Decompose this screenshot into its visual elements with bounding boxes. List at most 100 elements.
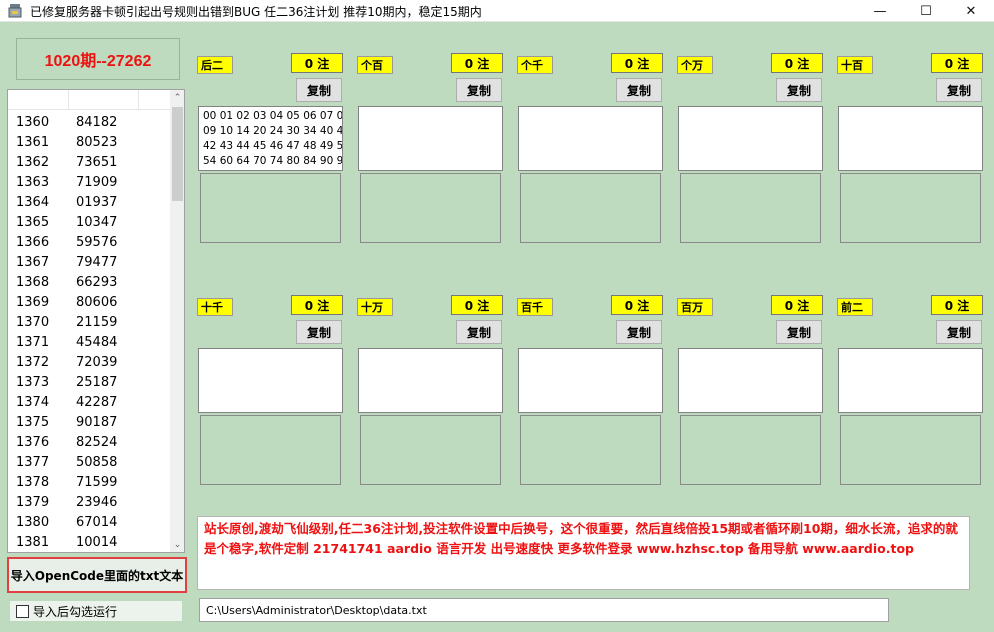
numbers-textbox[interactable] [198, 348, 343, 413]
header-divider[interactable] [68, 90, 69, 110]
draw-number: 01937 [76, 195, 118, 210]
bet-count: 0 注 [611, 53, 663, 73]
draw-number: 45484 [76, 335, 118, 350]
issue-number: 1361 [16, 135, 50, 150]
numbers-textbox[interactable] [678, 106, 823, 171]
numbers-textbox[interactable] [678, 348, 823, 413]
panel-label: 百千 [517, 298, 553, 316]
panel-label: 十千 [197, 298, 233, 316]
list-item[interactable]: 1377 50858 [8, 455, 170, 475]
bet-count: 0 注 [451, 53, 503, 73]
draw-number: 90187 [76, 415, 118, 430]
bet-count: 0 注 [771, 53, 823, 73]
issue-number: 1365 [16, 215, 50, 230]
issue-number: 1366 [16, 235, 50, 250]
list-item[interactable]: 1371 45484 [8, 335, 170, 355]
copy-button[interactable]: 复制 [296, 320, 342, 344]
panel-label: 个百 [357, 56, 393, 74]
copy-button[interactable]: 复制 [456, 320, 502, 344]
panel-label: 十百 [837, 56, 873, 74]
bet-count: 0 注 [291, 53, 343, 73]
list-item[interactable]: 1372 72039 [8, 355, 170, 375]
import-txt-button[interactable]: 导入OpenCode里面的txt文本 [7, 557, 187, 593]
panel-label: 个万 [677, 56, 713, 74]
scroll-thumb[interactable] [172, 107, 183, 201]
list-item[interactable]: 1376 82524 [8, 435, 170, 455]
copy-button[interactable]: 复制 [776, 320, 822, 344]
list-item[interactable]: 1364 01937 [8, 195, 170, 215]
issue-number: 1377 [16, 455, 50, 470]
list-item[interactable]: 1370 21159 [8, 315, 170, 335]
header-divider[interactable] [138, 90, 139, 110]
issue-number: 1371 [16, 335, 50, 350]
list-item[interactable]: 1381 10014 [8, 535, 170, 552]
copy-button[interactable]: 复制 [776, 78, 822, 102]
panel-label: 前二 [837, 298, 873, 316]
panel-label: 百万 [677, 298, 713, 316]
title-bar: 已修复服务器卡顿引起出号规则出错到BUG 任二36注计划 推荐10期内，稳定15… [0, 0, 994, 22]
draw-number: 80523 [76, 135, 118, 150]
panel-label: 后二 [197, 56, 233, 74]
numbers-textbox[interactable] [518, 106, 663, 171]
result-area [360, 173, 501, 243]
result-area [840, 415, 981, 485]
draw-number: 71599 [76, 475, 118, 490]
result-area [360, 415, 501, 485]
copy-button[interactable]: 复制 [296, 78, 342, 102]
issue-number: 1368 [16, 275, 50, 290]
draw-number: 66293 [76, 275, 118, 290]
issue-number: 1370 [16, 315, 50, 330]
draw-number: 84182 [76, 115, 118, 130]
numbers-textbox[interactable] [518, 348, 663, 413]
list-item[interactable]: 1366 59576 [8, 235, 170, 255]
draw-number: 80606 [76, 295, 118, 310]
numbers-textbox[interactable] [838, 348, 983, 413]
issue-number: 1373 [16, 375, 50, 390]
copy-button[interactable]: 复制 [616, 320, 662, 344]
draw-number: 72039 [76, 355, 118, 370]
close-button[interactable]: ✕ [948, 0, 994, 22]
vertical-scrollbar[interactable]: ⌃ ⌄ [170, 90, 184, 552]
notice-text: 站长原创,渡劫飞仙级别,任二36注计划,投注软件设置中后换号，这个很重要，然后直… [197, 516, 970, 590]
list-header [8, 90, 170, 110]
list-item[interactable]: 1369 80606 [8, 295, 170, 315]
checkbox-box[interactable] [16, 604, 29, 618]
draw-number: 42287 [76, 395, 118, 410]
bet-count: 0 注 [771, 295, 823, 315]
auto-run-checkbox[interactable]: 导入后勾选运行 [10, 601, 182, 621]
list-item[interactable]: 1374 42287 [8, 395, 170, 415]
list-item[interactable]: 1361 80523 [8, 135, 170, 155]
draw-number: 21159 [76, 315, 118, 330]
result-area [680, 415, 821, 485]
list-item[interactable]: 1378 71599 [8, 475, 170, 495]
copy-button[interactable]: 复制 [616, 78, 662, 102]
history-list[interactable]: 1360 84182 1361 80523 1362 73651 1363 71909 1364… [7, 89, 185, 553]
bet-count: 0 注 [611, 295, 663, 315]
copy-button[interactable]: 复制 [936, 78, 982, 102]
copy-button[interactable]: 复制 [456, 78, 502, 102]
numbers-textbox[interactable] [358, 348, 503, 413]
scroll-up-icon[interactable]: ⌃ [170, 90, 184, 105]
list-item[interactable]: 1379 23946 [8, 495, 170, 515]
list-item[interactable]: 1367 79477 [8, 255, 170, 275]
minimize-button[interactable]: — [857, 0, 903, 22]
draw-number: 71909 [76, 175, 118, 190]
list-item[interactable]: 1362 73651 [8, 155, 170, 175]
draw-number: 73651 [76, 155, 118, 170]
list-item[interactable]: 1360 84182 [8, 115, 170, 135]
list-item[interactable]: 1373 25187 [8, 375, 170, 395]
file-path-input[interactable]: C:\Users\Administrator\Desktop\data.txt [199, 598, 889, 622]
numbers-textbox[interactable] [838, 106, 983, 171]
list-item[interactable]: 1368 66293 [8, 275, 170, 295]
list-item[interactable]: 1365 10347 [8, 215, 170, 235]
scroll-down-icon[interactable]: ⌄ [170, 537, 184, 552]
list-item[interactable]: 1375 90187 [8, 415, 170, 435]
copy-button[interactable]: 复制 [936, 320, 982, 344]
list-item[interactable]: 1363 71909 [8, 175, 170, 195]
numbers-textbox[interactable] [358, 106, 503, 171]
draw-number: 67014 [76, 515, 118, 530]
issue-number: 1379 [16, 495, 50, 510]
maximize-button[interactable]: ☐ [903, 0, 949, 22]
list-item[interactable]: 1380 67014 [8, 515, 170, 535]
numbers-textbox[interactable]: 00 01 02 03 04 05 06 07 08 09 10 14 20 2… [198, 106, 343, 171]
